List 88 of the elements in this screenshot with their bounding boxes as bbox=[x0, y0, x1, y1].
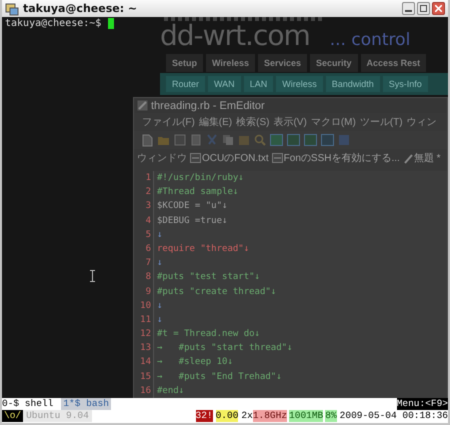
text-cursor-icon bbox=[89, 270, 96, 282]
router-main-tab[interactable]: Services bbox=[258, 54, 308, 72]
new-file-icon[interactable] bbox=[142, 134, 153, 146]
line-number: 5 bbox=[134, 228, 154, 242]
line-number: 7 bbox=[134, 256, 154, 270]
line-number: 8 bbox=[134, 270, 154, 284]
screen-window-tab[interactable]: 1*$ bash bbox=[61, 398, 111, 410]
router-sub-tab[interactable]: LAN bbox=[244, 76, 274, 92]
text-file-icon bbox=[272, 153, 283, 163]
router-tagline: ... control bbox=[330, 30, 410, 50]
line-number: 11 bbox=[134, 312, 154, 328]
line-number: 9 bbox=[134, 284, 154, 299]
code-line: #puts "test start"↓ bbox=[157, 271, 260, 284]
code-line: #Thread sample↓ bbox=[157, 186, 238, 200]
status-indicator: 1.8GHz bbox=[252, 410, 288, 422]
maximize-icon bbox=[420, 5, 427, 12]
menu-hint: Menu:<F9> bbox=[396, 398, 448, 410]
router-main-tab[interactable]: Access Rest bbox=[360, 54, 426, 72]
code-line: → #puts "End Trehad"↓ bbox=[157, 370, 282, 384]
router-main-tab[interactable]: Wireless bbox=[206, 54, 255, 72]
terminal-app-icon bbox=[5, 2, 19, 16]
screen-window-tab[interactable]: 0-$ shell bbox=[2, 398, 62, 410]
router-sub-tab[interactable]: WAN bbox=[208, 76, 241, 92]
line-number: 1 bbox=[134, 171, 154, 186]
status-indicator: 1001MB bbox=[289, 410, 324, 422]
code-line: $KCODE = "u"↓ bbox=[157, 200, 228, 214]
status-logo: \o/ bbox=[2, 410, 24, 422]
code-line: #end↓ bbox=[157, 384, 184, 398]
menu-item[interactable]: マクロ(M) bbox=[310, 115, 356, 129]
terminal-cursor bbox=[108, 18, 114, 29]
menu-item[interactable]: 検索(S) bbox=[236, 115, 270, 129]
router-sub-tab[interactable]: Wireless bbox=[276, 76, 323, 92]
menu-item[interactable]: ファイル(F) bbox=[142, 115, 195, 129]
document-tab[interactable]: 無題 * bbox=[402, 151, 440, 165]
line-number: 13 bbox=[134, 341, 154, 356]
pen-icon bbox=[137, 100, 148, 111]
menu-item[interactable]: ウィン bbox=[406, 115, 437, 129]
pen-icon bbox=[402, 152, 413, 164]
shell-prompt: takuya@cheese:~$ bbox=[5, 18, 102, 29]
menu-item[interactable]: 表示(V) bbox=[273, 115, 307, 129]
cut-icon[interactable] bbox=[206, 134, 218, 146]
router-main-tab[interactable]: Security bbox=[310, 54, 358, 72]
os-version: Ubuntu 9.04 bbox=[23, 410, 92, 422]
router-sub-tab[interactable]: Bandwidth bbox=[326, 76, 380, 92]
line-number: 12 bbox=[134, 327, 154, 342]
window-title: takuya@cheese: ~ bbox=[23, 2, 138, 15]
line-number: 3 bbox=[134, 199, 154, 214]
status-indicator: 2009-05-04 00:18:36 bbox=[340, 410, 448, 422]
code-line: ↓ bbox=[157, 314, 162, 327]
router-sub-tab[interactable]: Router bbox=[166, 76, 206, 92]
close-icon bbox=[435, 5, 442, 12]
line-number: 15 bbox=[134, 370, 154, 384]
window-label: ウィンドウ bbox=[137, 152, 187, 165]
line-number: 10 bbox=[134, 298, 154, 313]
copy-icon[interactable] bbox=[222, 134, 234, 146]
router-logo: dd-wrt.com bbox=[160, 21, 310, 51]
code-line: → #sleep 10↓ bbox=[157, 356, 233, 370]
text-file-icon bbox=[190, 153, 201, 163]
maximize-button[interactable] bbox=[417, 2, 430, 15]
document-tab[interactable]: FonのSSHを有効にする... bbox=[272, 151, 400, 165]
line-number: 4 bbox=[134, 214, 154, 228]
status-indicator: 0.00 bbox=[216, 410, 238, 422]
code-line: #puts "create thread"↓ bbox=[157, 286, 276, 298]
open-folder-icon[interactable] bbox=[157, 134, 170, 146]
status-indicator: 8% bbox=[325, 410, 337, 422]
line-number: 6 bbox=[134, 242, 154, 256]
close-button[interactable] bbox=[432, 2, 445, 15]
code-line: $DEBUG =true↓ bbox=[157, 214, 228, 228]
status-indicator: 2x bbox=[241, 410, 253, 422]
router-sub-tab[interactable]: Sys-Info bbox=[382, 76, 428, 92]
status-indicator: 32! bbox=[196, 410, 213, 422]
code-line: ↓ bbox=[157, 257, 162, 270]
router-main-tab[interactable]: Setup bbox=[166, 54, 204, 72]
code-line: ↓ bbox=[157, 300, 162, 313]
document-tab[interactable]: OCUのFON.txt bbox=[190, 151, 269, 165]
search-icon[interactable] bbox=[254, 134, 266, 146]
code-line: #!/usr/bin/ruby↓ bbox=[157, 172, 244, 185]
menu-item[interactable]: ツール(T) bbox=[360, 115, 403, 129]
menu-item[interactable]: 編集(E) bbox=[198, 115, 232, 129]
line-number: 14 bbox=[134, 355, 154, 370]
editor-title: threading.rb - EmEditor bbox=[151, 100, 265, 112]
minimize-button[interactable] bbox=[402, 2, 415, 15]
code-line: → #puts "start thread"↓ bbox=[157, 342, 292, 356]
line-number: 16 bbox=[134, 384, 154, 398]
line-number: 2 bbox=[134, 185, 154, 200]
code-line: ↓ bbox=[157, 228, 162, 242]
code-line: require "thread"↓ bbox=[157, 242, 250, 256]
code-line: #t = Thread.new do↓ bbox=[157, 328, 260, 342]
